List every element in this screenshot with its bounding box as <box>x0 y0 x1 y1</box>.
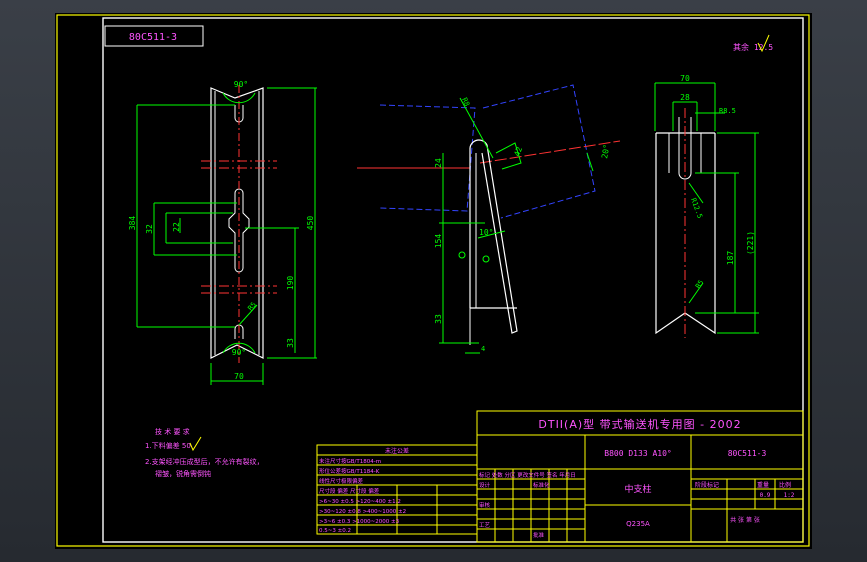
dim-end-221: (221) <box>746 231 755 255</box>
title-block-part-name: 中支柱 <box>624 483 651 495</box>
dim-end-28: 28 <box>680 93 690 102</box>
dim-hole-span: 384 <box>128 216 137 231</box>
drawing-code-mirrored: 80C511-3 <box>129 32 177 43</box>
tech-req-line-3: 褶皱，锐角需倒钝 <box>155 469 211 478</box>
dim-side-154: 154 <box>434 234 443 249</box>
dim-end-r85: R8.5 <box>719 107 736 115</box>
dim-side-radius: R8 <box>460 96 471 107</box>
dim-side-33: 33 <box>434 314 443 324</box>
title-block-design-label: 设计 <box>479 481 491 489</box>
dim-side-angle: 10° <box>479 228 493 237</box>
title-block-weight: 0.9 <box>760 492 771 499</box>
title-block-heading: DTII(A)型 带式输送机专用图 - 2002 <box>538 417 741 431</box>
tolerance-row: 0.5~3 ±0.2 <box>319 528 351 534</box>
cad-application: 80C511-3 其余 12.5 90° 90° 70 384 450 32 2… <box>0 0 867 562</box>
tolerance-note-1: 未注尺寸按GB/T1804-m <box>319 457 381 465</box>
dim-side-24: 24 <box>434 158 443 168</box>
title-block-std-label: 标准化 <box>533 481 550 489</box>
dim-side-4: 4 <box>481 345 485 353</box>
tolerance-header: 尺寸段 偏差 尺寸段 偏差 <box>319 487 380 495</box>
tech-req-title: 技 术 要 求 <box>155 427 190 436</box>
dim-side-42: 42 <box>512 145 524 157</box>
dim-total-height: 450 <box>306 216 315 231</box>
dim-radius: R5 <box>246 301 258 313</box>
sheet-outer-border <box>56 14 810 547</box>
dim-lower-span: 190 <box>286 276 295 291</box>
title-block-sign-label: 标记 处数 分区 更改文件号 签名 年月日 <box>479 471 576 479</box>
dim-slot-width: 32 <box>145 224 154 234</box>
dim-bottom-offset: 33 <box>286 338 295 348</box>
dim-angle-bottom: 90° <box>232 348 246 357</box>
roughness-note: 其余 12.5 <box>733 42 773 52</box>
title-block-spec: B800 D133 A10° <box>604 449 671 458</box>
title-block-weight-label: 重量 <box>757 481 769 489</box>
title-block-check-label: 审核 <box>479 501 491 509</box>
side-view <box>357 84 621 354</box>
title-block-approve-label: 批准 <box>533 531 545 539</box>
dim-width: 70 <box>234 372 244 381</box>
dim-angle-top: 90° <box>234 80 248 89</box>
dim-side-20deg: 20° <box>600 144 611 160</box>
dim-slot-inner: 22 <box>172 222 181 232</box>
title-block-scale: 1:2 <box>784 492 795 499</box>
req-roughness-symbol <box>189 436 202 452</box>
tolerance-row: >6~30 ±0.5 >120~400 ±1.2 <box>319 499 401 505</box>
tolerance-title: 未注公差 <box>385 447 409 455</box>
title-block-scale-label: 比例 <box>779 481 791 489</box>
title-block-stage-label: 阶段标记 <box>695 481 719 489</box>
tolerance-note-3: 线性尺寸极限偏差 <box>319 477 364 485</box>
drawing-canvas[interactable]: 80C511-3 其余 12.5 90° 90° 70 384 450 32 2… <box>55 13 812 549</box>
tolerance-note-2: 形位公差按GB/T1184-K <box>319 467 380 475</box>
title-block-sheets: 共 张 第 张 <box>730 516 760 524</box>
tech-req-line-2: 2.支架经冲压成型后，不允许有裂纹， <box>145 457 264 466</box>
tolerance-row: >30~120 ±0.8 >400~1000 ±2 <box>319 509 406 515</box>
title-block-process-label: 工艺 <box>479 522 491 529</box>
drawing-viewport[interactable]: 80C511-3 其余 12.5 90° 90° 70 384 450 32 2… <box>55 13 812 549</box>
dim-end-70: 70 <box>680 74 690 83</box>
tech-req-line-1: 1.下料偏差 50 <box>145 441 191 450</box>
tolerance-row: >3~6 ±0.3 >1000~2000 ±3 <box>319 519 400 525</box>
dim-end-r5: R5 <box>694 279 705 291</box>
dim-end-187: 187 <box>726 251 735 266</box>
title-block-material: Q235A <box>626 520 650 528</box>
title-block-code: 80C511-3 <box>728 449 767 458</box>
end-view <box>654 82 759 338</box>
